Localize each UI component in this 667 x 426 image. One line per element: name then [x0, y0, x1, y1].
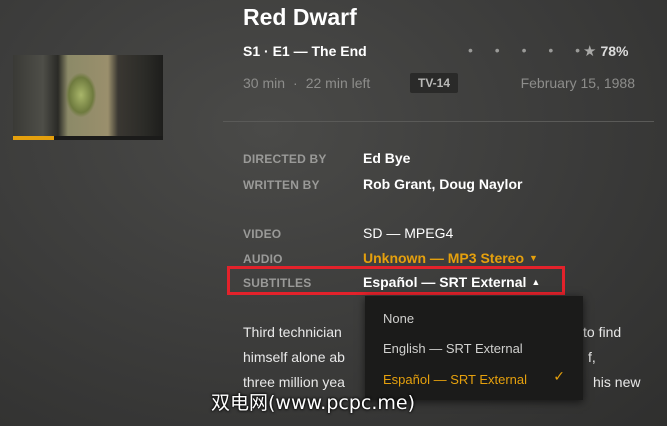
duration-info: 30 min · 22 min left — [243, 75, 370, 91]
audio-selector[interactable]: Unknown — MP3 Stereo ▼ — [363, 250, 538, 266]
critic-rating: ★ 78% — [583, 42, 628, 60]
summary-text: f, — [588, 349, 596, 365]
summary-text: himself alone ab — [243, 349, 345, 365]
subtitle-option-espanol[interactable]: Español — SRT External — [383, 372, 527, 387]
time-left: 22 min left — [305, 75, 371, 91]
summary-text: Third technician — [243, 324, 342, 340]
rating-value: 78% — [600, 43, 629, 59]
audio-value: Unknown — MP3 Stereo — [363, 250, 525, 266]
watch-progress-fill — [13, 136, 54, 140]
thumbnail-image — [13, 55, 163, 136]
video-label: VIDEO — [243, 227, 282, 241]
content-rating-badge: TV-14 — [410, 73, 459, 93]
checkmark-icon: ✓ — [553, 368, 565, 384]
subtitle-option-english[interactable]: English — SRT External — [383, 341, 523, 356]
subtitles-highlight-box — [227, 266, 565, 295]
divider — [223, 121, 654, 122]
written-by-label: WRITTEN BY — [243, 178, 320, 192]
episode-title: S1 · E1 — The End — [243, 43, 367, 59]
directed-by-label: DIRECTED BY — [243, 152, 327, 166]
writers-link[interactable]: Rob Grant, Doug Naylor — [363, 176, 522, 192]
separator-dot: · — [293, 75, 298, 91]
show-title[interactable]: Red Dwarf — [243, 4, 357, 31]
director-link[interactable]: Ed Bye — [363, 150, 410, 166]
air-date: February 15, 1988 — [520, 75, 635, 91]
episode-thumbnail[interactable] — [13, 55, 163, 140]
watch-progress-bar — [13, 136, 163, 140]
duration: 30 min — [243, 75, 286, 91]
audio-label: AUDIO — [243, 252, 283, 266]
subtitle-option-none[interactable]: None — [383, 311, 414, 326]
subtitle-dropdown-menu: None English — SRT External Español — SR… — [365, 296, 583, 400]
star-icon: ★ — [583, 43, 597, 60]
user-rating-dots[interactable]: • • • • • — [468, 42, 589, 58]
summary-text: his new — [593, 374, 641, 390]
watermark: 双电网(www.pcpc.me) — [211, 392, 415, 414]
summary-text: to find — [583, 324, 622, 340]
video-value: SD — MPEG4 — [363, 225, 454, 241]
caret-down-icon: ▼ — [529, 253, 538, 263]
